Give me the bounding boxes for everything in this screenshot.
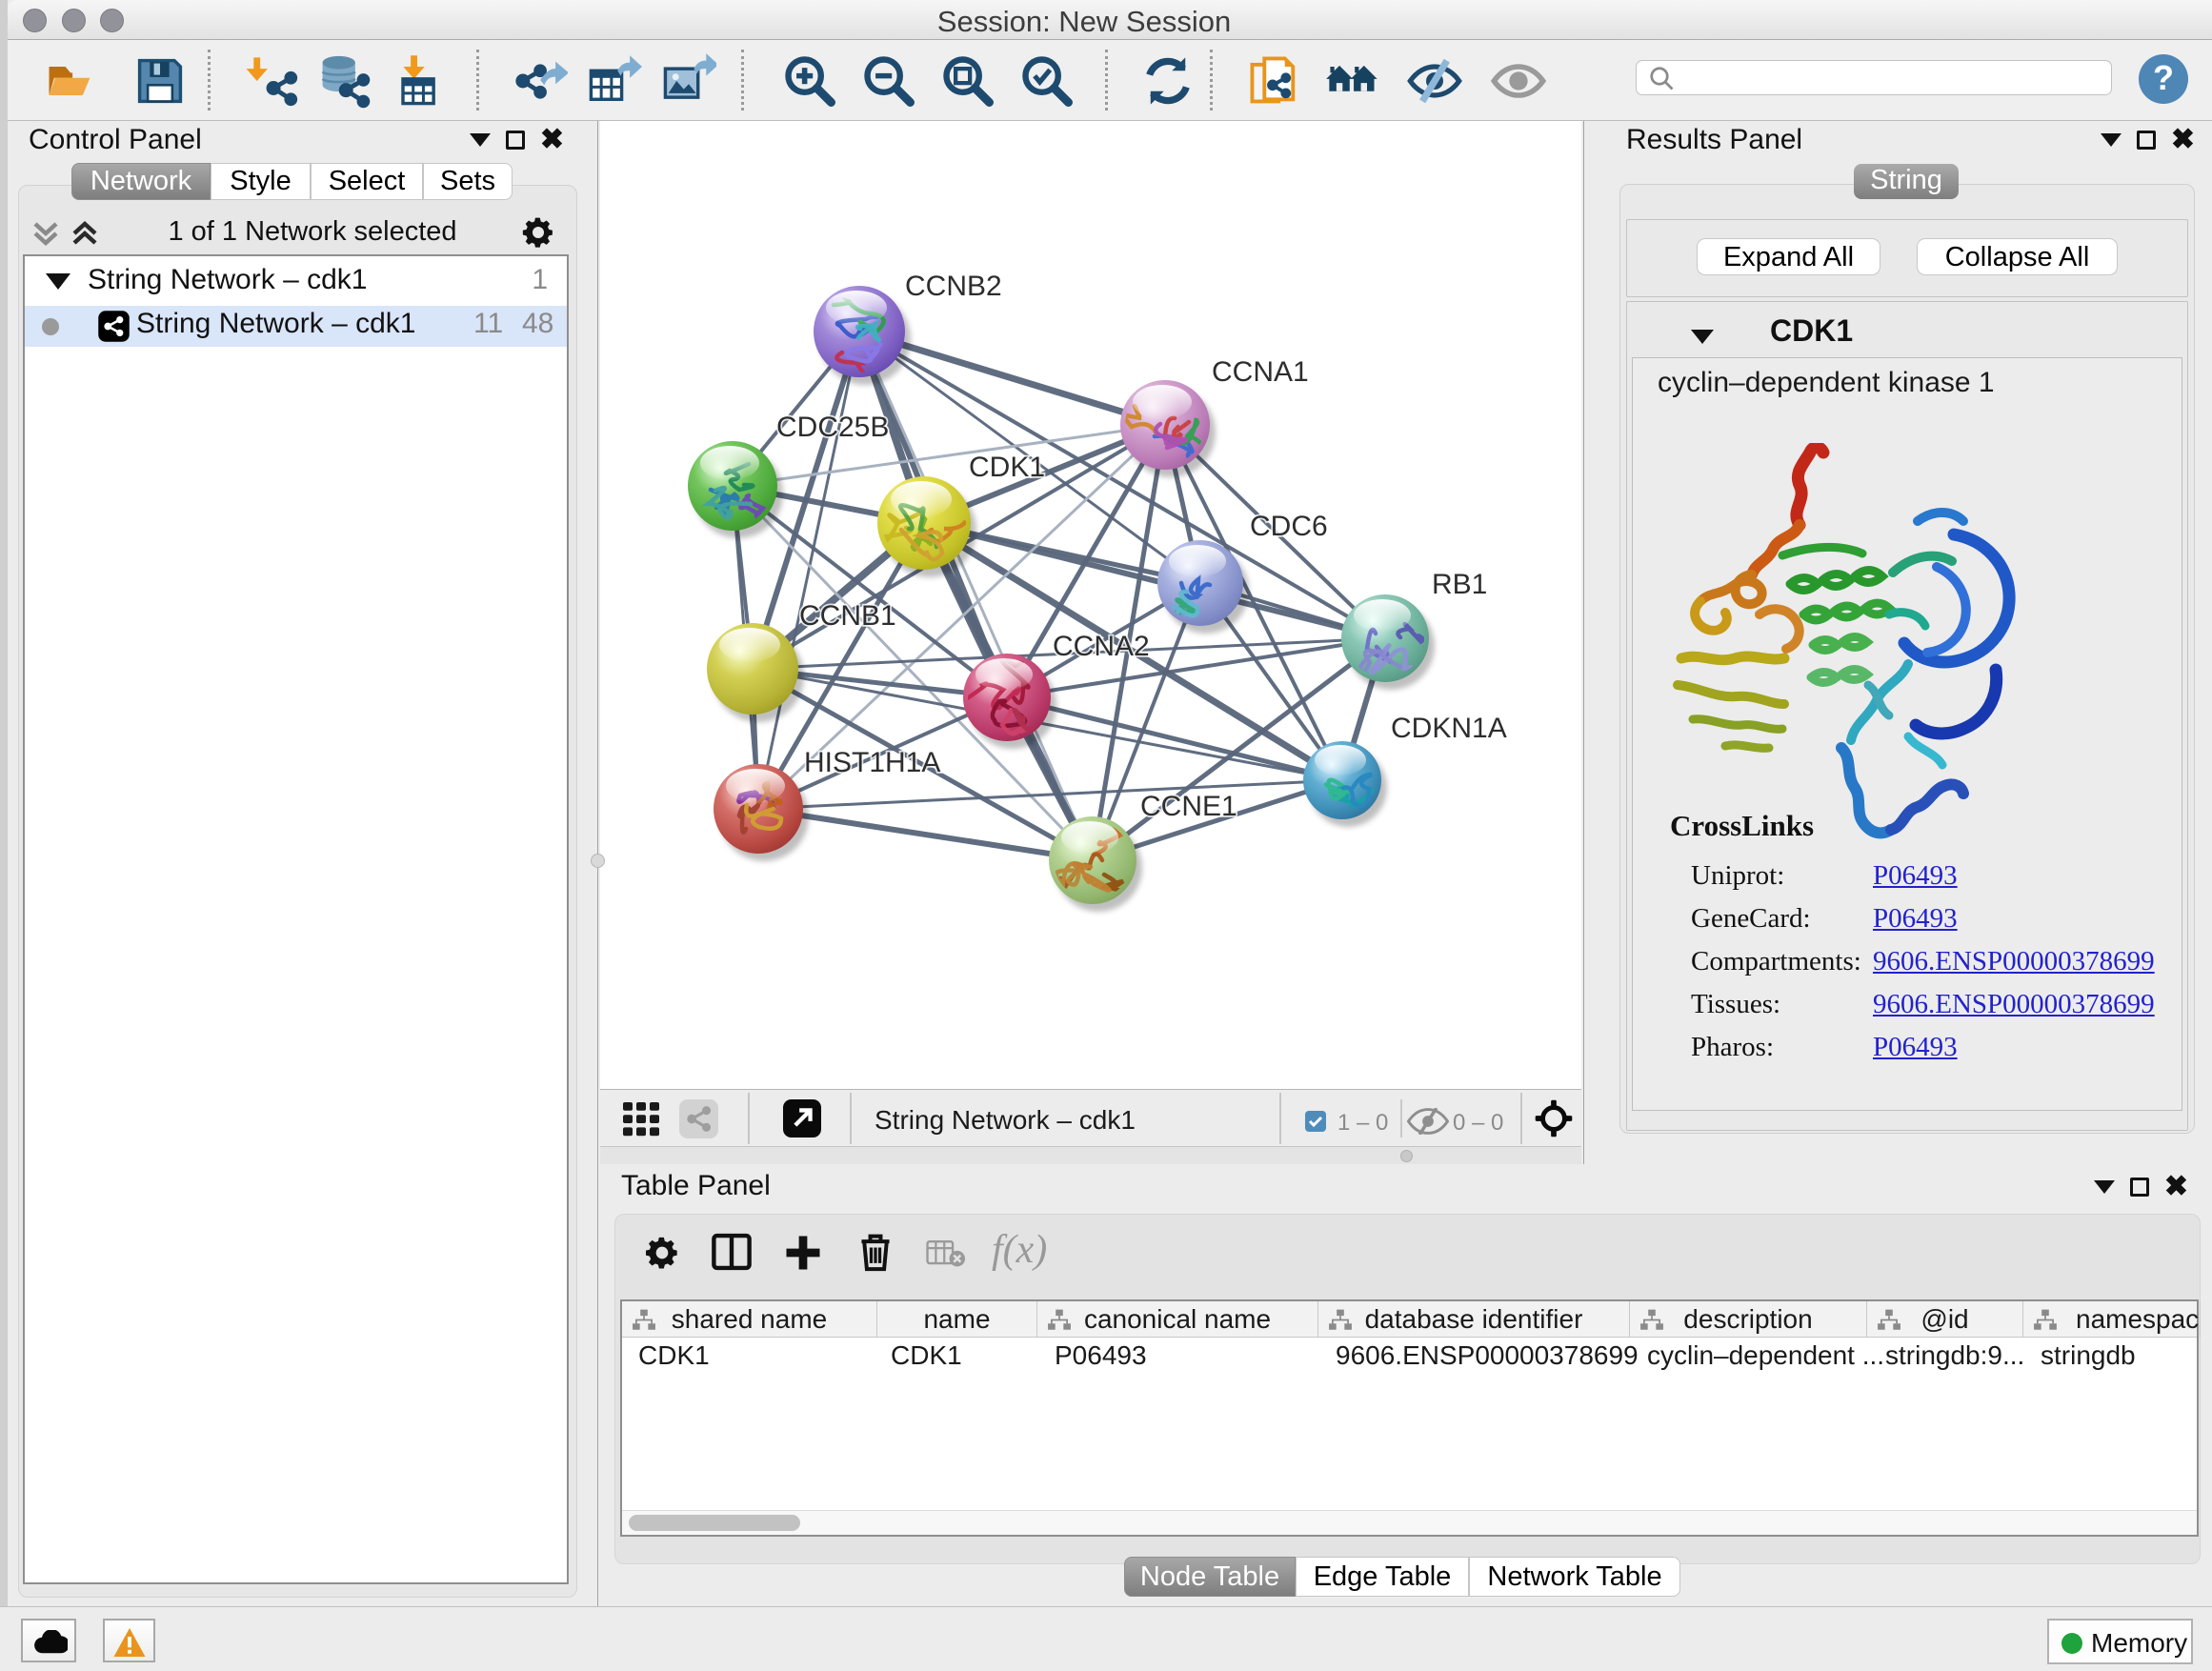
svg-text:CDC6: CDC6: [1250, 511, 1328, 542]
svg-text:CCNB2: CCNB2: [905, 271, 1002, 302]
svg-text:CDK1: CDK1: [969, 452, 1045, 483]
svg-text:CDC25B: CDC25B: [776, 412, 889, 443]
svg-text:HIST1H1A: HIST1H1A: [804, 747, 940, 778]
svg-text:CDKN1A: CDKN1A: [1391, 713, 1507, 744]
svg-text:RB1: RB1: [1432, 569, 1487, 600]
svg-text:CCNA1: CCNA1: [1212, 356, 1309, 388]
svg-text:CCNA2: CCNA2: [1053, 631, 1150, 662]
svg-text:CCNE1: CCNE1: [1140, 791, 1237, 822]
svg-text:CCNB1: CCNB1: [799, 600, 896, 632]
